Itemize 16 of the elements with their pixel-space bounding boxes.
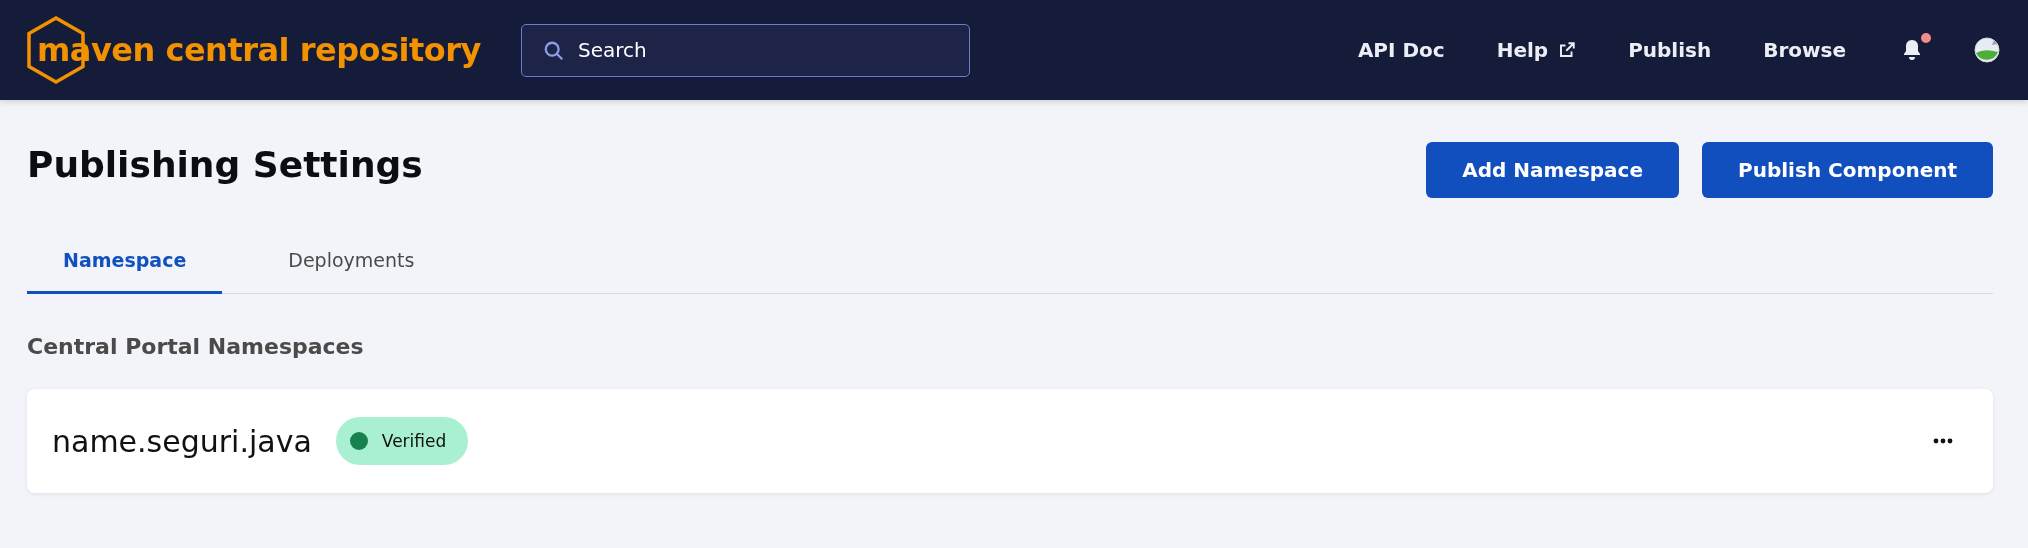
namespace-name: name.seguri.java <box>52 423 312 459</box>
status-label: Verified <box>381 431 447 451</box>
tab[interactable]: Deployments <box>252 231 451 294</box>
page-title: Publishing Settings <box>27 143 423 185</box>
nav-link[interactable]: API Doc <box>1357 38 1445 62</box>
tab[interactable]: Namespace <box>27 231 223 294</box>
nav-link[interactable]: Publish <box>1628 38 1712 62</box>
more-options-icon[interactable] <box>1933 438 1953 444</box>
nav-link[interactable]: Help <box>1496 38 1577 62</box>
action-button[interactable]: Publish Component <box>1702 142 1993 198</box>
action-button[interactable]: Add Namespace <box>1426 142 1680 198</box>
section-title: Central Portal Namespaces <box>27 334 365 359</box>
notification-bell-icon[interactable] <box>1902 39 1922 61</box>
avatar-icon[interactable] <box>1974 37 2000 63</box>
search-field[interactable]: Search <box>520 23 970 77</box>
nav-link[interactable]: Browse <box>1763 38 1846 62</box>
